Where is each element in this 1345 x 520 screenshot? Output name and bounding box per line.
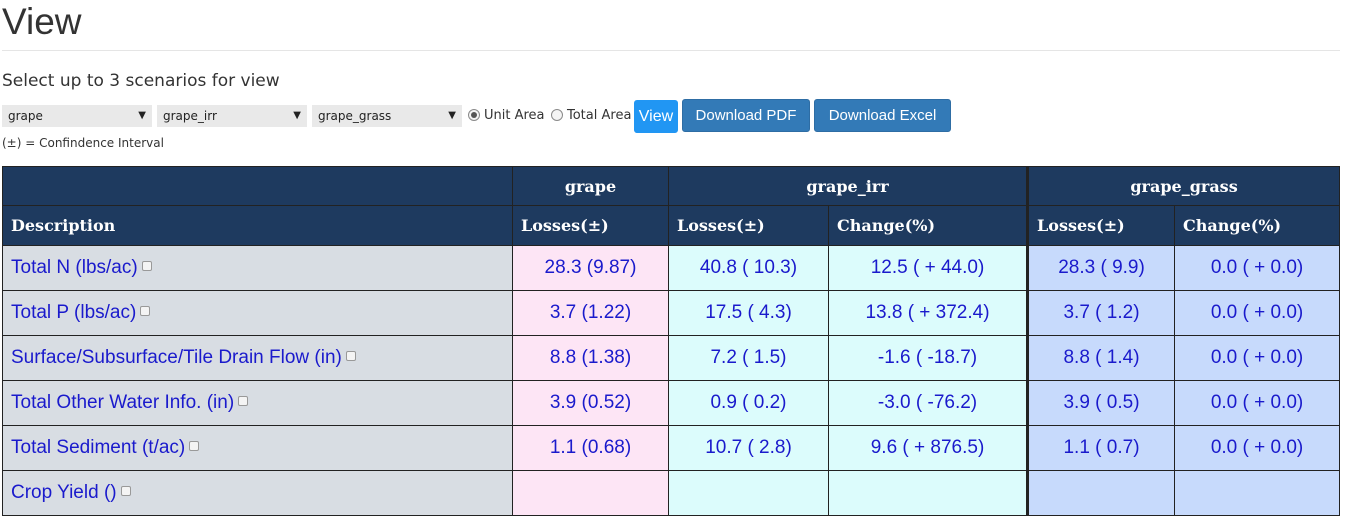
grass-change-cell: 0.0 ( + 0.0): [1174, 380, 1341, 426]
grass-change-cell: 0.0 ( + 0.0): [1174, 290, 1341, 336]
column-header-grass-losses: Losses(±): [1026, 205, 1176, 246]
irr-change-cell: [827, 470, 1029, 516]
column-header-irr-change: Change(%): [827, 205, 1029, 246]
scenario-select-3-value: grape_grass: [318, 109, 392, 123]
irr-losses-cell: 7.2 ( 1.5): [668, 335, 829, 381]
table-body: Total N (lbs/ac) 28.3 (9.87) 40.8 ( 10.3) 1…: [2, 245, 1341, 516]
grass-losses-cell: 1.1 ( 0.7): [1026, 425, 1176, 471]
scenario-header-row: grape grape_irr grape_grass: [2, 166, 1341, 206]
table-row: Total P (lbs/ac) 3.7 (1.22) 17.5 ( 4.3) 13.…: [2, 290, 1341, 336]
irr-losses-cell: 40.8 ( 10.3): [668, 245, 829, 291]
row-description-link[interactable]: Crop Yield (): [11, 482, 117, 503]
irr-change-cell: -3.0 ( -76.2): [827, 380, 1029, 426]
irr-losses-cell: [668, 470, 829, 516]
total-area-radio[interactable]: [551, 109, 563, 121]
grass-change-cell: 0.0 ( + 0.0): [1174, 335, 1341, 381]
row-description-link[interactable]: Surface/Subsurface/Tile Drain Flow (in): [11, 347, 342, 368]
checkbox-icon[interactable]: [345, 350, 356, 361]
table-row: Total N (lbs/ac) 28.3 (9.87) 40.8 ( 10.3) 1…: [2, 245, 1341, 291]
unit-area-radio[interactable]: [468, 109, 480, 121]
column-header-grass-change: Change(%): [1174, 205, 1341, 246]
column-header-description: Description: [2, 205, 513, 246]
row-description-cell: Total N (lbs/ac): [2, 245, 513, 291]
grass-losses-cell: 28.3 ( 9.9): [1026, 245, 1176, 291]
irr-losses-cell: 17.5 ( 4.3): [668, 290, 829, 336]
column-header-grape-losses: Losses(±): [512, 205, 669, 246]
grape-losses-cell: 28.3 (9.87): [512, 245, 669, 291]
grass-losses-cell: 3.9 ( 0.5): [1026, 380, 1176, 426]
instructions-text: Select up to 3 scenarios for view: [2, 71, 280, 91]
row-description-link[interactable]: Total Sediment (t/ac): [11, 437, 185, 458]
unit-area-label: Unit Area: [484, 108, 545, 123]
page-title: View: [2, 1, 82, 42]
scenario-select-1[interactable]: grape ▼: [2, 105, 152, 127]
header-blank: [2, 166, 513, 206]
grass-losses-cell: 3.7 ( 1.2): [1026, 290, 1176, 336]
scenario-header-grape-irr: grape_irr: [667, 166, 1029, 206]
table-row: Surface/Subsurface/Tile Drain Flow (in) 8…: [2, 335, 1341, 381]
results-table: grape grape_irr grape_grass Description …: [2, 166, 1341, 516]
irr-change-cell: 13.8 ( + 372.4): [827, 290, 1029, 336]
table-row: Total Other Water Info. (in) 3.9 (0.52) 0.…: [2, 380, 1341, 426]
irr-losses-cell: 10.7 ( 2.8): [668, 425, 829, 471]
grape-losses-cell: 1.1 (0.68): [512, 425, 669, 471]
chevron-down-icon: ▼: [293, 110, 301, 121]
view-button[interactable]: View: [634, 100, 678, 133]
row-description-link[interactable]: Total N (lbs/ac): [11, 257, 138, 278]
scenario-header-grape: grape: [512, 166, 669, 206]
chevron-down-icon: ▼: [448, 110, 456, 121]
checkbox-icon[interactable]: [189, 440, 200, 451]
row-description-link[interactable]: Total Other Water Info. (in): [11, 392, 234, 413]
scenario-header-grape-grass: grape_grass: [1026, 166, 1341, 206]
grass-losses-cell: [1026, 470, 1176, 516]
scenario-select-2-value: grape_irr: [163, 109, 217, 123]
grape-losses-cell: 3.9 (0.52): [512, 380, 669, 426]
table-row: Crop Yield (): [2, 470, 1341, 516]
checkbox-icon[interactable]: [141, 260, 152, 271]
irr-change-cell: 12.5 ( + 44.0): [827, 245, 1029, 291]
column-header-irr-losses: Losses(±): [668, 205, 829, 246]
row-description-cell: Surface/Subsurface/Tile Drain Flow (in): [2, 335, 513, 381]
grape-losses-cell: 3.7 (1.22): [512, 290, 669, 336]
checkbox-icon[interactable]: [120, 485, 131, 496]
row-description-cell: Crop Yield (): [2, 470, 513, 516]
total-area-label: Total Area: [567, 108, 632, 123]
grass-change-cell: 0.0 ( + 0.0): [1174, 245, 1341, 291]
scenario-select-1-value: grape: [8, 109, 43, 123]
confidence-interval-note: (±) = Confindence Interval: [2, 136, 164, 150]
grape-losses-cell: [512, 470, 669, 516]
column-header-row: Description Losses(±) Losses(±) Change(%…: [2, 205, 1341, 246]
grass-change-cell: 0.0 ( + 0.0): [1174, 425, 1341, 471]
row-description-cell: Total P (lbs/ac): [2, 290, 513, 336]
scenario-select-2[interactable]: grape_irr ▼: [157, 105, 307, 127]
row-description-link[interactable]: Total P (lbs/ac): [11, 302, 136, 323]
irr-change-cell: 9.6 ( + 876.5): [827, 425, 1029, 471]
download-excel-button[interactable]: Download Excel: [814, 99, 951, 132]
grape-losses-cell: 8.8 (1.38): [512, 335, 669, 381]
row-description-cell: Total Other Water Info. (in): [2, 380, 513, 426]
checkbox-icon[interactable]: [140, 305, 151, 316]
chevron-down-icon: ▼: [138, 110, 146, 121]
checkbox-icon[interactable]: [238, 395, 249, 406]
irr-change-cell: -1.6 ( -18.7): [827, 335, 1029, 381]
row-description-cell: Total Sediment (t/ac): [2, 425, 513, 471]
grass-losses-cell: 8.8 ( 1.4): [1026, 335, 1176, 381]
table-row: Total Sediment (t/ac) 1.1 (0.68) 10.7 ( 2.…: [2, 425, 1341, 471]
scenario-select-3[interactable]: grape_grass ▼: [312, 105, 462, 127]
grass-change-cell: [1174, 470, 1341, 516]
download-pdf-button[interactable]: Download PDF: [682, 99, 810, 132]
title-divider: [2, 50, 1340, 51]
irr-losses-cell: 0.9 ( 0.2): [668, 380, 829, 426]
